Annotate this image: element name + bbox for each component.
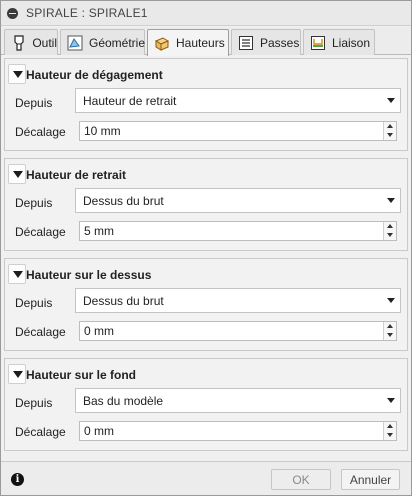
from-label: Depuis xyxy=(15,96,53,110)
tab-passes-label: Passes xyxy=(260,35,300,50)
offset-stepper xyxy=(383,222,396,240)
passes-icon xyxy=(238,35,254,51)
tab-passes[interactable]: Passes xyxy=(231,29,301,55)
dialog-window: SPIRALE : SPIRALE1 Outil Géométrie Haute… xyxy=(0,0,412,496)
from-dropdown[interactable]: Dessus du brut xyxy=(75,188,401,213)
cancel-button[interactable]: Annuler xyxy=(341,469,400,490)
tab-geometrie[interactable]: Géométrie xyxy=(60,29,145,55)
tab-outil[interactable]: Outil xyxy=(4,29,58,55)
offset-input[interactable]: 0 mm xyxy=(79,421,397,441)
title-bar[interactable]: SPIRALE : SPIRALE1 xyxy=(1,1,411,26)
decrement-icon[interactable] xyxy=(384,331,396,340)
from-dropdown[interactable]: Dessus du brut xyxy=(75,288,401,313)
from-dropdown-value: Hauteur de retrait xyxy=(83,93,177,108)
section-title: Hauteur de retrait xyxy=(26,168,127,182)
increment-icon[interactable] xyxy=(384,122,396,131)
chevron-down-icon xyxy=(387,298,395,303)
tool-icon xyxy=(11,34,26,51)
chevron-down-icon xyxy=(387,398,395,403)
from-dropdown[interactable]: Bas du modèle xyxy=(75,388,401,413)
dialog-footer: i OK Annuler xyxy=(1,461,411,495)
section-retract-height: Hauteur de retrait Depuis Dessus du brut… xyxy=(4,158,408,251)
decrement-icon[interactable] xyxy=(384,231,396,240)
offset-value: 10 mm xyxy=(84,124,121,138)
tab-outil-label: Outil xyxy=(32,35,57,50)
offset-label: Décalage xyxy=(15,425,66,439)
from-label: Depuis xyxy=(15,396,53,410)
offset-value: 5 mm xyxy=(84,224,114,238)
offset-label: Décalage xyxy=(15,225,66,239)
section-bottom-height: Hauteur sur le fond Depuis Bas du modèle… xyxy=(4,358,408,451)
info-icon[interactable]: i xyxy=(11,473,24,486)
chevron-down-icon xyxy=(387,98,395,103)
tab-liaison-label: Liaison xyxy=(332,35,371,50)
from-label: Depuis xyxy=(15,196,53,210)
collapse-triangle-icon[interactable] xyxy=(8,164,26,184)
geometry-icon xyxy=(67,35,83,51)
collapse-triangle-icon[interactable] xyxy=(8,64,26,84)
tab-hauteurs[interactable]: Hauteurs xyxy=(147,29,229,56)
offset-label: Décalage xyxy=(15,325,66,339)
from-dropdown-value: Dessus du brut xyxy=(83,193,164,208)
tab-liaison[interactable]: Liaison xyxy=(303,29,375,55)
offset-label: Décalage xyxy=(15,125,66,139)
from-dropdown[interactable]: Hauteur de retrait xyxy=(75,88,401,113)
offset-input[interactable]: 5 mm xyxy=(79,221,397,241)
tab-geometrie-label: Géométrie xyxy=(89,35,146,50)
increment-icon[interactable] xyxy=(384,422,396,431)
section-top-height: Hauteur sur le dessus Depuis Dessus du b… xyxy=(4,258,408,351)
section-title: Hauteur sur le fond xyxy=(26,368,137,382)
offset-input[interactable]: 10 mm xyxy=(79,121,397,141)
decrement-icon[interactable] xyxy=(384,431,396,440)
offset-value: 0 mm xyxy=(84,424,114,438)
window-title: SPIRALE : SPIRALE1 xyxy=(26,6,148,20)
collapse-triangle-icon[interactable] xyxy=(8,264,26,284)
ok-button[interactable]: OK xyxy=(271,469,331,490)
offset-stepper xyxy=(383,122,396,140)
heights-icon xyxy=(154,35,170,51)
chevron-down-icon xyxy=(387,198,395,203)
from-label: Depuis xyxy=(15,296,53,310)
offset-stepper xyxy=(383,322,396,340)
increment-icon[interactable] xyxy=(384,222,396,231)
from-dropdown-value: Bas du modèle xyxy=(83,393,164,408)
collapse-icon[interactable] xyxy=(7,7,18,19)
decrement-icon[interactable] xyxy=(384,131,396,140)
from-dropdown-value: Dessus du brut xyxy=(83,293,164,308)
tab-bar: Outil Géométrie Hauteurs Passes Liaison xyxy=(1,27,411,56)
section-title: Hauteur sur le dessus xyxy=(26,268,152,282)
tab-hauteurs-label: Hauteurs xyxy=(176,36,225,50)
offset-stepper xyxy=(383,422,396,440)
increment-icon[interactable] xyxy=(384,322,396,331)
offset-value: 0 mm xyxy=(84,324,114,338)
collapse-triangle-icon[interactable] xyxy=(8,364,26,384)
section-clearance-height: Hauteur de dégagement Depuis Hauteur de … xyxy=(4,58,408,151)
section-title: Hauteur de dégagement xyxy=(26,68,163,82)
offset-input[interactable]: 0 mm xyxy=(79,321,397,341)
linking-icon xyxy=(310,35,326,51)
